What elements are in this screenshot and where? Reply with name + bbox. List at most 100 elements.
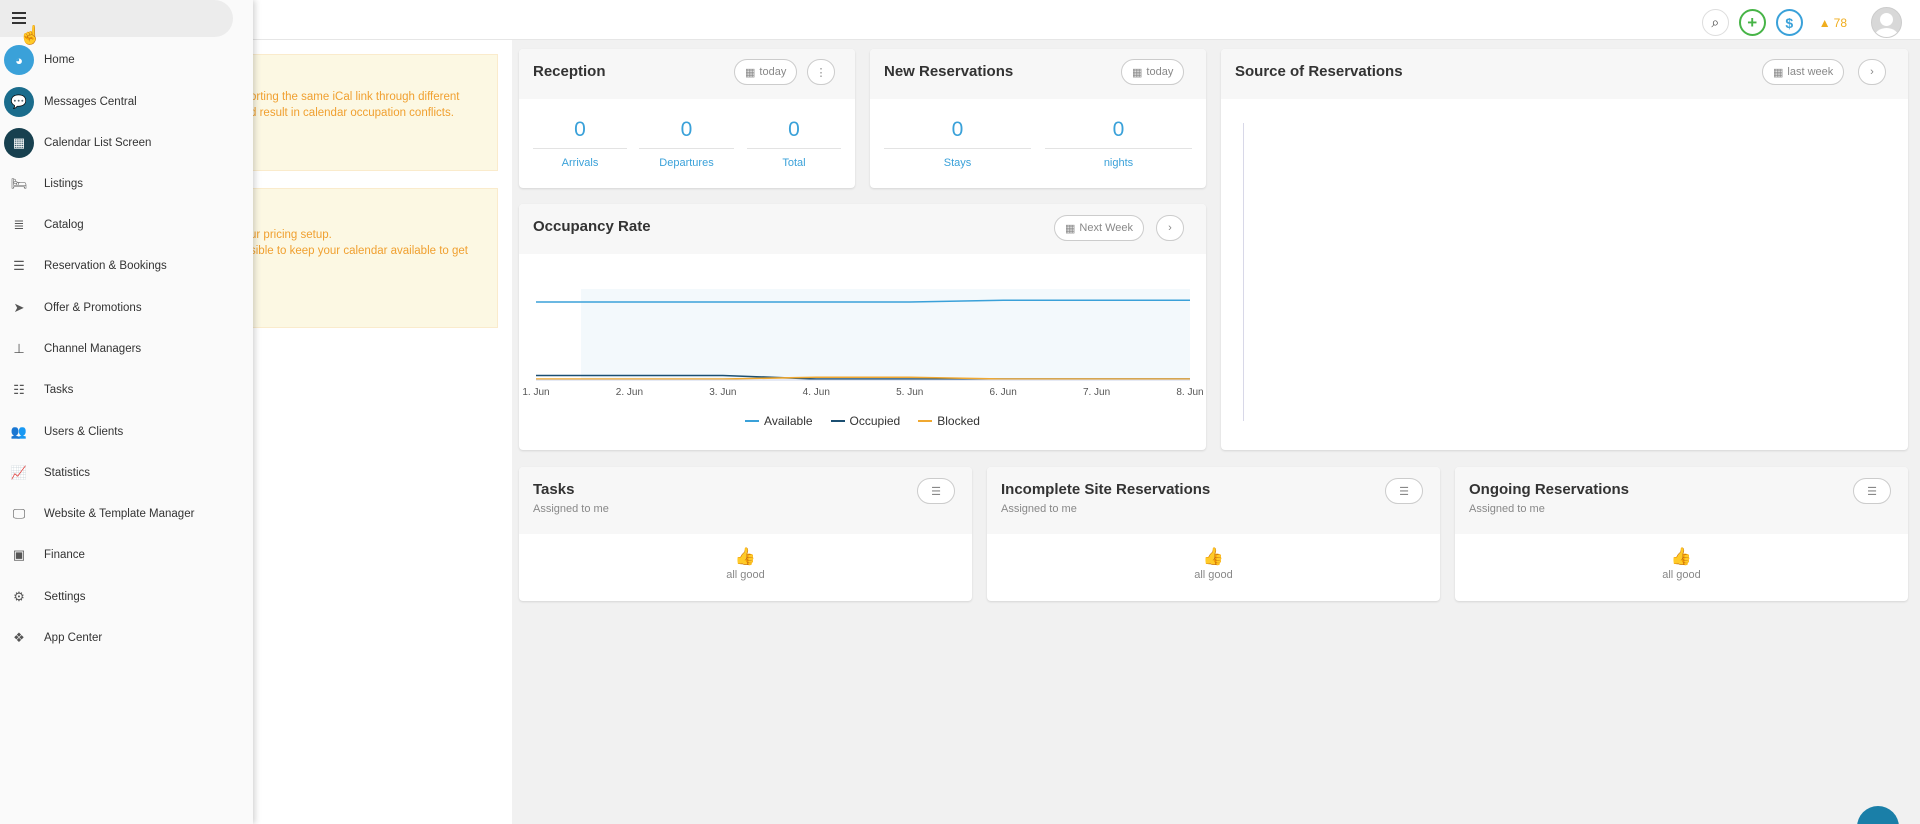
dollar-icon[interactable]: $ bbox=[1775, 9, 1803, 36]
sidebar-item-label: Users & Clients bbox=[44, 426, 124, 438]
card-subtitle: Assigned to me bbox=[533, 503, 609, 515]
date-filter-button[interactable]: ▦ Next Week bbox=[1054, 215, 1144, 241]
cubes-icon: ❖ bbox=[13, 630, 25, 645]
calendar-icon: ▦ bbox=[1065, 222, 1076, 235]
list-view-button[interactable]: ☰ bbox=[1385, 478, 1423, 504]
sidebar-item-label: Offer & Promotions bbox=[44, 302, 142, 314]
card-title: Source of Reservations bbox=[1235, 63, 1403, 80]
tasks-card: Tasks Assigned to me ☰ 👍 all good bbox=[519, 467, 972, 601]
list-icon: ☰ bbox=[1867, 485, 1877, 498]
notice-text: ur pricing setup. bbox=[250, 229, 332, 241]
legend-item-occupied[interactable]: Occupied bbox=[830, 414, 901, 428]
ongoing-reservations-card: Ongoing Reservations Assigned to me ☰ 👍 … bbox=[1455, 467, 1908, 601]
calendar-icon: ▦ bbox=[1773, 66, 1784, 79]
legend-item-available[interactable]: Available bbox=[745, 414, 813, 428]
avatar[interactable] bbox=[1871, 7, 1902, 38]
alert-badge[interactable]: ▲ 78 bbox=[1819, 16, 1847, 30]
card-subtitle: Assigned to me bbox=[1469, 503, 1545, 515]
list-view-button[interactable]: ☰ bbox=[1853, 478, 1891, 504]
x-tick-label: 8. Jun bbox=[1176, 387, 1203, 398]
date-filter-button[interactable]: ▦ last week bbox=[1762, 59, 1845, 85]
kebab-icon: ⋮ bbox=[815, 66, 827, 79]
x-tick-label: 4. Jun bbox=[803, 387, 830, 398]
legend-swatch bbox=[745, 420, 760, 422]
sitemap-icon: ⊥ bbox=[13, 341, 25, 356]
tasks-icon: ☷ bbox=[13, 382, 25, 397]
sidebar: ☝ ◕ Home 💬 Messages Central ▦ Calendar List S… bbox=[0, 0, 253, 824]
stat-departures[interactable]: 0 Departures bbox=[639, 111, 734, 169]
sidebar-item-users-clients[interactable]: 👥 Users & Clients bbox=[0, 415, 253, 449]
stat-stays[interactable]: 0 Stays bbox=[884, 111, 1031, 169]
empty-state: 👍 all good bbox=[987, 547, 1440, 581]
occupancy-chart: 1. Jun 2. Jun 3. Jun 4. Jun 5. Jun 6. Jun 7. J… bbox=[522, 289, 1204, 428]
sidebar-item-label: Statistics bbox=[44, 467, 91, 479]
money-icon: ▣ bbox=[12, 547, 26, 562]
hamburger-icon[interactable] bbox=[12, 12, 26, 24]
more-options-button[interactable]: ⋮ bbox=[807, 59, 835, 85]
card-title: Reception bbox=[533, 63, 606, 80]
sidebar-item-label: Settings bbox=[44, 591, 86, 603]
sidebar-item-tasks[interactable]: ☷ Tasks bbox=[0, 373, 253, 407]
card-subtitle: Assigned to me bbox=[1001, 503, 1077, 515]
list-view-button[interactable]: ☰ bbox=[917, 478, 955, 504]
stat-label: Arrivals bbox=[561, 157, 599, 169]
list-icon: ☰ bbox=[13, 258, 25, 273]
sidebar-item-finance[interactable]: ▣ Finance bbox=[0, 538, 253, 572]
sidebar-item-offer-promotions[interactable]: ➤ Offer & Promotions bbox=[0, 291, 253, 325]
chart-axis-line bbox=[1243, 123, 1244, 421]
stat-value: 0 bbox=[533, 111, 627, 149]
incomplete-reservations-card: Incomplete Site Reservations Assigned to… bbox=[987, 467, 1440, 601]
stat-total[interactable]: 0 Total bbox=[747, 111, 841, 169]
chat-support-button[interactable] bbox=[1857, 806, 1899, 824]
stat-arrivals[interactable]: 0 Arrivals bbox=[533, 111, 627, 169]
calendar-icon: ▦ bbox=[745, 66, 756, 79]
sidebar-item-messages-central[interactable]: 💬 Messages Central bbox=[0, 85, 253, 119]
sidebar-item-label: Messages Central bbox=[44, 96, 137, 108]
menu-toggle-row[interactable]: ☝ bbox=[0, 0, 233, 45]
search-icon[interactable]: ⌕ bbox=[1701, 9, 1729, 36]
next-button[interactable]: › bbox=[1858, 59, 1886, 85]
legend-item-blocked[interactable]: Blocked bbox=[918, 414, 980, 428]
sidebar-item-home[interactable]: ◕ Home bbox=[0, 43, 253, 77]
sidebar-item-website-template-manager[interactable]: 🖵 Website & Template Manager bbox=[0, 497, 253, 531]
sidebar-item-label: Tasks bbox=[44, 384, 74, 396]
card-title: Incomplete Site Reservations bbox=[1001, 481, 1211, 498]
stat-nights[interactable]: 0 nights bbox=[1045, 111, 1192, 169]
sidebar-item-app-center[interactable]: ❖ App Center bbox=[0, 621, 253, 655]
thumbs-up-icon: 👍 bbox=[1670, 547, 1693, 566]
add-icon[interactable]: + bbox=[1738, 9, 1766, 36]
filter-label: Next Week bbox=[1079, 222, 1133, 234]
date-filter-button[interactable]: ▦ today bbox=[734, 59, 798, 85]
empty-text: all good bbox=[1662, 569, 1701, 581]
next-button[interactable]: › bbox=[1156, 215, 1184, 241]
sidebar-item-statistics[interactable]: 📈 Statistics bbox=[0, 456, 253, 490]
sidebar-item-settings[interactable]: ⚙ Settings bbox=[0, 580, 253, 614]
warning-icon: ▲ bbox=[1818, 15, 1831, 30]
sidebar-item-label: Home bbox=[44, 54, 75, 66]
line-chart-icon: 📈 bbox=[10, 465, 28, 480]
x-tick-label: 3. Jun bbox=[709, 387, 736, 398]
x-tick-label: 2. Jun bbox=[616, 387, 643, 398]
sidebar-item-catalog[interactable]: ≣ Catalog bbox=[0, 208, 253, 242]
sidebar-item-calendar-list-screen[interactable]: ▦ Calendar List Screen bbox=[0, 126, 253, 160]
notice-text: orting the same iCal link through differ… bbox=[250, 91, 460, 103]
notice-text: d result in calendar occupation conflict… bbox=[250, 107, 454, 119]
list-icon: ☰ bbox=[931, 485, 941, 498]
date-filter-button[interactable]: ▦ today bbox=[1121, 59, 1185, 85]
legend-label: Occupied bbox=[849, 414, 901, 428]
sidebar-item-label: Website & Template Manager bbox=[44, 508, 195, 520]
legend-label: Blocked bbox=[937, 414, 980, 428]
sidebar-item-channel-managers[interactable]: ⊥ Channel Managers bbox=[0, 332, 253, 366]
legend-swatch bbox=[830, 420, 845, 422]
paper-plane-icon: ➤ bbox=[13, 300, 25, 315]
sidebar-item-reservation-bookings[interactable]: ☰ Reservation & Bookings bbox=[0, 249, 253, 283]
dashboard-icon: ◕ bbox=[4, 45, 34, 75]
stat-label: Departures bbox=[659, 157, 714, 169]
calendar-icon: ▦ bbox=[4, 128, 34, 158]
sidebar-item-label: Listings bbox=[44, 178, 83, 190]
stat-value: 0 bbox=[1045, 111, 1192, 149]
filter-label: today bbox=[759, 66, 787, 78]
database-icon: ≣ bbox=[13, 217, 25, 232]
sidebar-item-listings[interactable]: 🛏 Listings bbox=[0, 167, 253, 201]
sidebar-item-label: Finance bbox=[44, 549, 85, 561]
